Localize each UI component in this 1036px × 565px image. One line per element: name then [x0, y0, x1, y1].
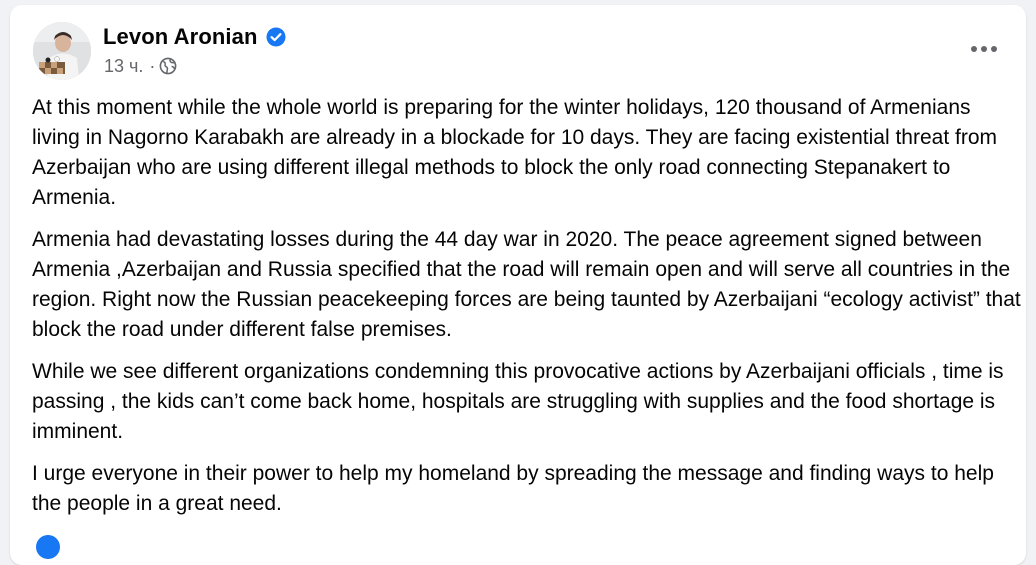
post-body: At this moment while the whole world is …	[32, 93, 1022, 531]
author-name[interactable]: Levon Aronian	[103, 24, 258, 50]
author-avatar[interactable]	[33, 22, 91, 80]
post-paragraph: At this moment while the whole world is …	[32, 96, 997, 209]
globe-icon[interactable]	[159, 57, 177, 75]
more-options-icon	[971, 46, 997, 52]
post-meta: 13 ч. ·	[104, 55, 177, 77]
post-paragraph: Armenia had devastating losses during th…	[32, 228, 1021, 341]
avatar-photo	[33, 22, 91, 80]
post-timestamp[interactable]: 13 ч.	[104, 56, 143, 77]
like-reaction-icon[interactable]	[36, 535, 60, 559]
meta-separator: ·	[149, 55, 156, 76]
post-paragraph: I urge everyone in their power to help m…	[32, 462, 994, 515]
author-row: Levon Aronian	[103, 23, 286, 51]
post-paragraph: While we see different organizations con…	[32, 360, 1004, 443]
verified-badge-icon	[266, 27, 286, 47]
more-options-button[interactable]	[966, 31, 1002, 67]
post-card: Levon Aronian 13 ч. · At this moment whi…	[10, 5, 1026, 565]
